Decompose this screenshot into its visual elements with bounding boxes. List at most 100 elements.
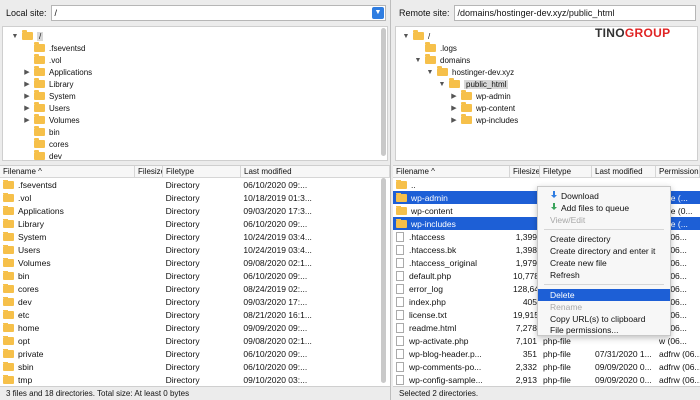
column-header-filename[interactable]: Filename ^: [0, 166, 135, 178]
column-header-modified[interactable]: Last modified: [241, 166, 390, 178]
local-list-scrollbar[interactable]: [381, 178, 386, 383]
tree-item[interactable]: .vol: [23, 54, 61, 66]
cell-type: php-file: [543, 335, 571, 346]
column-header-modified[interactable]: Last modified: [592, 166, 656, 178]
cell-size: 1,979: [515, 257, 537, 268]
folder-icon: [34, 54, 45, 64]
file-name: index.php: [409, 296, 446, 307]
cell-modified: 06/10/2020 09:...: [243, 348, 308, 359]
expand-icon[interactable]: ▼: [11, 33, 19, 40]
file-row[interactable]: System Directory 10/24/2019 03:4...: [0, 230, 390, 243]
column-header-filesize[interactable]: Filesize: [510, 166, 540, 178]
menu-item-download[interactable]: Download: [538, 190, 670, 202]
tree-item[interactable]: ▼ public_html: [438, 78, 509, 90]
menu-item-refresh[interactable]: Refresh: [538, 269, 670, 281]
file-row[interactable]: etc Directory 08/21/2020 16:1...: [0, 308, 390, 321]
cell-modified: 10/18/2019 01:3...: [243, 192, 312, 203]
menu-item-delete[interactable]: Delete: [538, 289, 670, 301]
tree-item[interactable]: ▶ wp-content: [450, 102, 515, 114]
tree-item[interactable]: ▶ Applications: [23, 66, 92, 78]
cell-name: wp-admin: [393, 192, 510, 203]
file-row[interactable]: bin Directory 06/10/2020 09:...: [0, 269, 390, 282]
file-name: wp-blog-header.p...: [409, 348, 482, 359]
column-header-filename[interactable]: Filename ^: [393, 166, 510, 178]
cell-perm: w (06...: [659, 335, 687, 346]
file-row[interactable]: Volumes Directory 09/08/2020 02:1...: [0, 256, 390, 269]
file-row[interactable]: .vol Directory 10/18/2019 01:3...: [0, 191, 390, 204]
tree-item[interactable]: ▶ wp-includes: [450, 114, 518, 126]
folder-icon: [461, 114, 472, 124]
file-row[interactable]: home Directory 09/09/2020 09:...: [0, 321, 390, 334]
file-row[interactable]: Applications Directory 09/03/2020 17:3...: [0, 204, 390, 217]
expand-icon[interactable]: ▼: [438, 81, 446, 88]
collapse-icon[interactable]: ▶: [23, 80, 31, 88]
folder-icon: [3, 231, 14, 241]
file-row[interactable]: tmp Directory 09/10/2020 03:...: [0, 373, 390, 386]
file-row[interactable]: cores Directory 08/24/2019 02:...: [0, 282, 390, 295]
file-row[interactable]: dev Directory 09/03/2020 17:...: [0, 295, 390, 308]
expand-icon[interactable]: ▼: [414, 57, 422, 64]
collapse-icon[interactable]: ▶: [23, 92, 31, 100]
menu-item-create-directory[interactable]: Create directory: [538, 233, 670, 245]
cell-name: ..: [393, 179, 510, 190]
file-row[interactable]: sbin Directory 06/10/2020 09:...: [0, 360, 390, 373]
tree-item-label: public_html: [464, 79, 509, 89]
file-row[interactable]: opt Directory 09/08/2020 02:1...: [0, 334, 390, 347]
tree-item-label: Library: [49, 79, 74, 89]
expand-icon[interactable]: ▼: [402, 33, 410, 40]
tree-item[interactable]: cores: [23, 138, 69, 150]
column-header-filetype[interactable]: Filetype: [540, 166, 592, 178]
menu-item-file-permissions[interactable]: File permissions...: [538, 324, 670, 336]
cell-name: sbin: [0, 361, 135, 372]
cell-name: System: [0, 231, 135, 242]
file-row[interactable]: wp-comments-po... 2,332 php-file 09/09/2020…: [393, 360, 700, 373]
cell-name: Volumes: [0, 257, 135, 268]
local-path-input[interactable]: / ▼: [50, 5, 386, 21]
tree-item[interactable]: .fseventsd: [23, 42, 85, 54]
menu-item-add-to-queue[interactable]: Add files to queue: [538, 202, 670, 214]
collapse-icon[interactable]: ▶: [23, 116, 31, 124]
tree-item[interactable]: ▶ wp-admin: [450, 90, 511, 102]
chevron-down-icon[interactable]: ▼: [372, 7, 384, 19]
tree-item[interactable]: ▼ domains: [414, 54, 470, 66]
folder-icon: [3, 296, 14, 306]
cell-modified: 08/24/2019 02:...: [243, 283, 308, 294]
file-name: Volumes: [18, 257, 51, 268]
tree-item[interactable]: ▶ Volumes: [23, 114, 80, 126]
column-header-permissions[interactable]: Permission: [656, 166, 700, 178]
expand-icon[interactable]: ▼: [426, 69, 434, 76]
tree-item[interactable]: .logs: [414, 42, 457, 54]
tree-item[interactable]: ▼ /: [11, 30, 44, 42]
file-row[interactable]: private Directory 06/10/2020 09:...: [0, 347, 390, 360]
tree-item[interactable]: dev: [23, 150, 62, 160]
menu-item-create-directory-enter[interactable]: Create directory and enter it: [538, 245, 670, 257]
cell-modified: 10/24/2019 03:4...: [243, 244, 312, 255]
tree-item[interactable]: ▼ /: [402, 30, 430, 42]
file-row[interactable]: Users Directory 10/24/2019 03:4...: [0, 243, 390, 256]
tree-item[interactable]: ▼ hostinger-dev.xyz: [426, 66, 514, 78]
file-row[interactable]: wp-blog-header.p... 351 php-file 07/31/2020…: [393, 347, 700, 360]
tree-item[interactable]: bin: [23, 126, 60, 138]
collapse-icon[interactable]: ▶: [23, 68, 31, 76]
file-row[interactable]: .fseventsd Directory 06/10/2020 09:...: [0, 178, 390, 191]
tree-item[interactable]: ▶ Library: [23, 78, 73, 90]
collapse-icon[interactable]: ▶: [23, 104, 31, 112]
column-header-filesize[interactable]: Filesize: [135, 166, 163, 178]
brand-logo: TINOGROUP: [595, 26, 695, 44]
file-row[interactable]: Library Directory 06/10/2020 09:...: [0, 217, 390, 230]
folder-icon: [3, 335, 14, 345]
local-list-header: Filename ^ Filesize Filetype Last modifi…: [0, 166, 390, 178]
collapse-icon[interactable]: ▶: [450, 104, 458, 112]
collapse-icon[interactable]: ▶: [450, 92, 458, 100]
local-tree-scrollbar[interactable]: [381, 28, 386, 156]
cell-type: Directory: [165, 309, 200, 320]
cell-size: 2,913: [515, 374, 537, 385]
tree-item[interactable]: ▶ System: [23, 90, 76, 102]
remote-path-input[interactable]: /domains/hostinger-dev.xyz/public_html: [453, 5, 696, 21]
collapse-icon[interactable]: ▶: [450, 116, 458, 124]
file-row[interactable]: wp-config-sample... 2,913 php-file 09/09/20…: [393, 373, 700, 386]
tree-item-label: wp-includes: [476, 115, 519, 125]
tree-item[interactable]: ▶ Users: [23, 102, 70, 114]
column-header-filetype[interactable]: Filetype: [163, 166, 241, 178]
menu-item-create-new-file[interactable]: Create new file: [538, 257, 670, 269]
